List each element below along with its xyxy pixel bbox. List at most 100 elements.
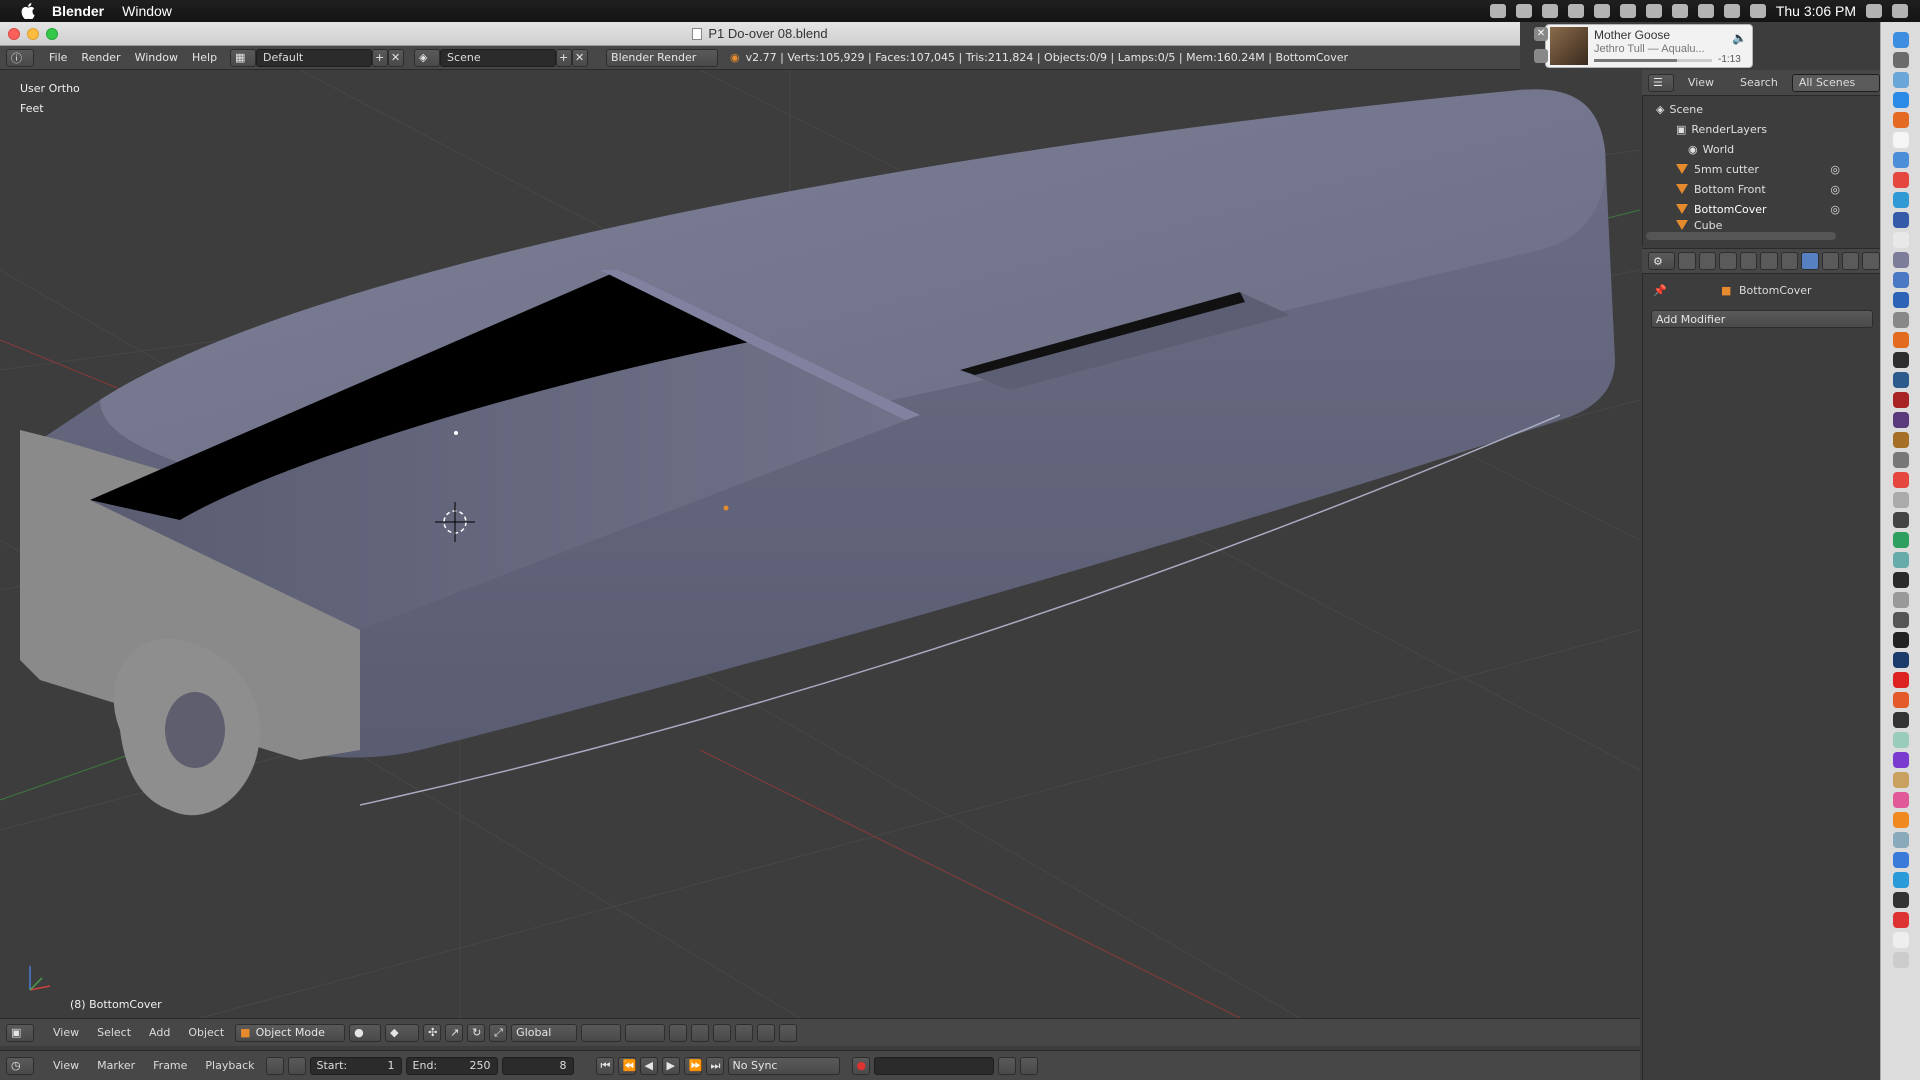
zoom-window-button[interactable] — [46, 28, 58, 40]
eye-icon[interactable]: ◎ — [1830, 203, 1840, 216]
textedit-icon[interactable] — [1892, 232, 1909, 248]
menubar-window-menu[interactable]: Window — [122, 3, 172, 19]
now-playing-widget[interactable]: ✕ Mother Goose Jethro Tull — Aqualu... -… — [1534, 24, 1753, 68]
render-layers-tab-icon[interactable] — [1698, 252, 1717, 270]
console-icon[interactable] — [1892, 572, 1909, 588]
snap-icon[interactable] — [713, 1023, 732, 1042]
eject-icon[interactable] — [1645, 4, 1662, 18]
messages-icon[interactable] — [1892, 192, 1909, 208]
outliner-editor-icon[interactable]: ☰ — [1648, 73, 1674, 92]
remove-scene-icon[interactable]: ✕ — [572, 48, 589, 67]
scale-manipulator[interactable]: ⤢ — [489, 1023, 508, 1042]
camera-icon[interactable] — [1515, 4, 1532, 18]
render-tab-icon[interactable] — [1678, 252, 1696, 270]
chrome-icon[interactable] — [1892, 472, 1909, 488]
volume-icon[interactable] — [1749, 4, 1766, 18]
drive-icon[interactable] — [1567, 4, 1584, 18]
constraints-tab-icon[interactable] — [1780, 252, 1799, 270]
delete-keyframe-icon[interactable] — [1019, 1056, 1038, 1075]
remove-layout-icon[interactable]: ✕ — [388, 48, 405, 67]
scene-tab-icon[interactable] — [1719, 252, 1737, 270]
jump-start-icon[interactable]: ⏮ — [595, 1056, 614, 1075]
editor-type-info-icon[interactable]: ⓘ — [6, 48, 34, 67]
indesign-icon[interactable] — [1892, 352, 1909, 368]
notification-center-icon[interactable] — [1892, 4, 1908, 18]
transform-orientation-select[interactable]: Global — [511, 1023, 578, 1042]
menu-window[interactable]: Window — [128, 51, 185, 64]
app-icon-43[interactable] — [1892, 872, 1909, 888]
scene-layers-2[interactable] — [625, 1023, 666, 1042]
camera-app-icon[interactable] — [1892, 312, 1909, 328]
spotlight-icon[interactable] — [1866, 4, 1882, 18]
menu-render[interactable]: Render — [74, 51, 127, 64]
apple-icon[interactable] — [18, 3, 38, 19]
display-icon[interactable] — [1723, 4, 1740, 18]
timeline-editor-icon[interactable]: ◷ — [6, 1056, 34, 1075]
jump-keyframe-back-icon[interactable]: ⏪ — [617, 1056, 636, 1075]
snap-element-icon[interactable] — [735, 1023, 754, 1042]
utility-icon[interactable] — [1892, 492, 1909, 508]
unity-icon[interactable] — [1892, 632, 1909, 648]
menu-file[interactable]: File — [42, 51, 74, 64]
creative-cloud-icon[interactable] — [1489, 4, 1506, 18]
lock-layers-icon[interactable] — [669, 1023, 688, 1042]
current-frame-field[interactable]: 8 — [501, 1056, 574, 1075]
object-tab-icon[interactable] — [1760, 252, 1778, 270]
app-icon-45[interactable] — [1892, 912, 1909, 928]
downloads-icon[interactable] — [1892, 932, 1909, 948]
safari-icon[interactable] — [1892, 92, 1909, 108]
data-tab-icon[interactable] — [1821, 252, 1840, 270]
scene-field[interactable]: Scene — [440, 48, 557, 67]
menubar-app-name[interactable]: Blender — [52, 3, 104, 19]
app-icon-44[interactable] — [1892, 892, 1909, 908]
outliner-item-5mm-cutter[interactable]: 5mm cutter ◎ — [1642, 159, 1880, 179]
world-tab-icon[interactable] — [1739, 252, 1758, 270]
opengl-anim-icon[interactable] — [779, 1023, 798, 1042]
outliner-tab-view[interactable]: View — [1688, 76, 1714, 89]
add-modifier-dropdown[interactable]: Add Modifier — [1651, 310, 1873, 328]
jump-end-icon[interactable]: ⏭ — [705, 1056, 724, 1075]
opengl-render-icon[interactable] — [757, 1023, 776, 1042]
menu-marker[interactable]: Marker — [90, 1059, 142, 1072]
start-frame-field[interactable]: Start: 1 — [309, 1056, 402, 1075]
app-icon-34[interactable] — [1892, 692, 1909, 708]
screen-layout-field[interactable]: Default — [256, 48, 373, 67]
menu-timeline-view[interactable]: View — [46, 1059, 86, 1072]
insert-keyframe-icon[interactable] — [997, 1056, 1016, 1075]
menu-frame[interactable]: Frame — [146, 1059, 194, 1072]
proportional-edit-icon[interactable] — [691, 1023, 710, 1042]
bridge-icon[interactable] — [1892, 432, 1909, 448]
launchpad-icon[interactable] — [1892, 52, 1909, 68]
app-icon-36[interactable] — [1892, 732, 1909, 748]
menu-add[interactable]: Add — [142, 1026, 177, 1039]
numbers-icon[interactable] — [1892, 532, 1909, 548]
muse-icon[interactable] — [1892, 412, 1909, 428]
system-prefs-icon[interactable] — [1892, 452, 1909, 468]
translate-manipulator[interactable]: ↗ — [445, 1023, 464, 1042]
sync-mode-select[interactable]: No Sync — [727, 1056, 840, 1075]
app-icon-41[interactable] — [1892, 832, 1909, 848]
itunes-icon[interactable] — [1892, 792, 1909, 808]
outliner-tab-search[interactable]: Search — [1740, 76, 1778, 89]
eye-icon[interactable]: ◎ — [1830, 163, 1840, 176]
blender-dock-icon[interactable] — [1892, 252, 1909, 268]
3d-view-editor-icon[interactable]: ▣ — [6, 1023, 34, 1042]
3d-viewport[interactable]: User Ortho Feet (8) BottomCover — [0, 70, 1640, 1030]
modifiers-tab-icon[interactable] — [1801, 252, 1819, 270]
illustrator-icon[interactable] — [1892, 332, 1909, 348]
app-icon-42[interactable] — [1892, 852, 1909, 868]
jump-keyframe-forward-icon[interactable]: ⏩ — [683, 1056, 702, 1075]
interaction-mode-select[interactable]: ■ Object Mode — [235, 1023, 346, 1042]
menu-help[interactable]: Help — [185, 51, 224, 64]
menu-select[interactable]: Select — [90, 1026, 138, 1039]
scene-layers-1[interactable] — [581, 1023, 622, 1042]
bluetooth-icon[interactable] — [1671, 4, 1688, 18]
mail-icon[interactable] — [1892, 152, 1909, 168]
app-icon-35[interactable] — [1892, 712, 1909, 728]
preview-icon[interactable] — [1892, 72, 1909, 88]
pin-icon[interactable]: 📌 — [1653, 284, 1667, 297]
outliner-item-world[interactable]: ◉ World — [1642, 139, 1880, 159]
trash-icon[interactable] — [1892, 952, 1909, 968]
cloud-icon[interactable] — [1541, 4, 1558, 18]
outliner-item-cube[interactable]: Cube — [1642, 219, 1880, 231]
